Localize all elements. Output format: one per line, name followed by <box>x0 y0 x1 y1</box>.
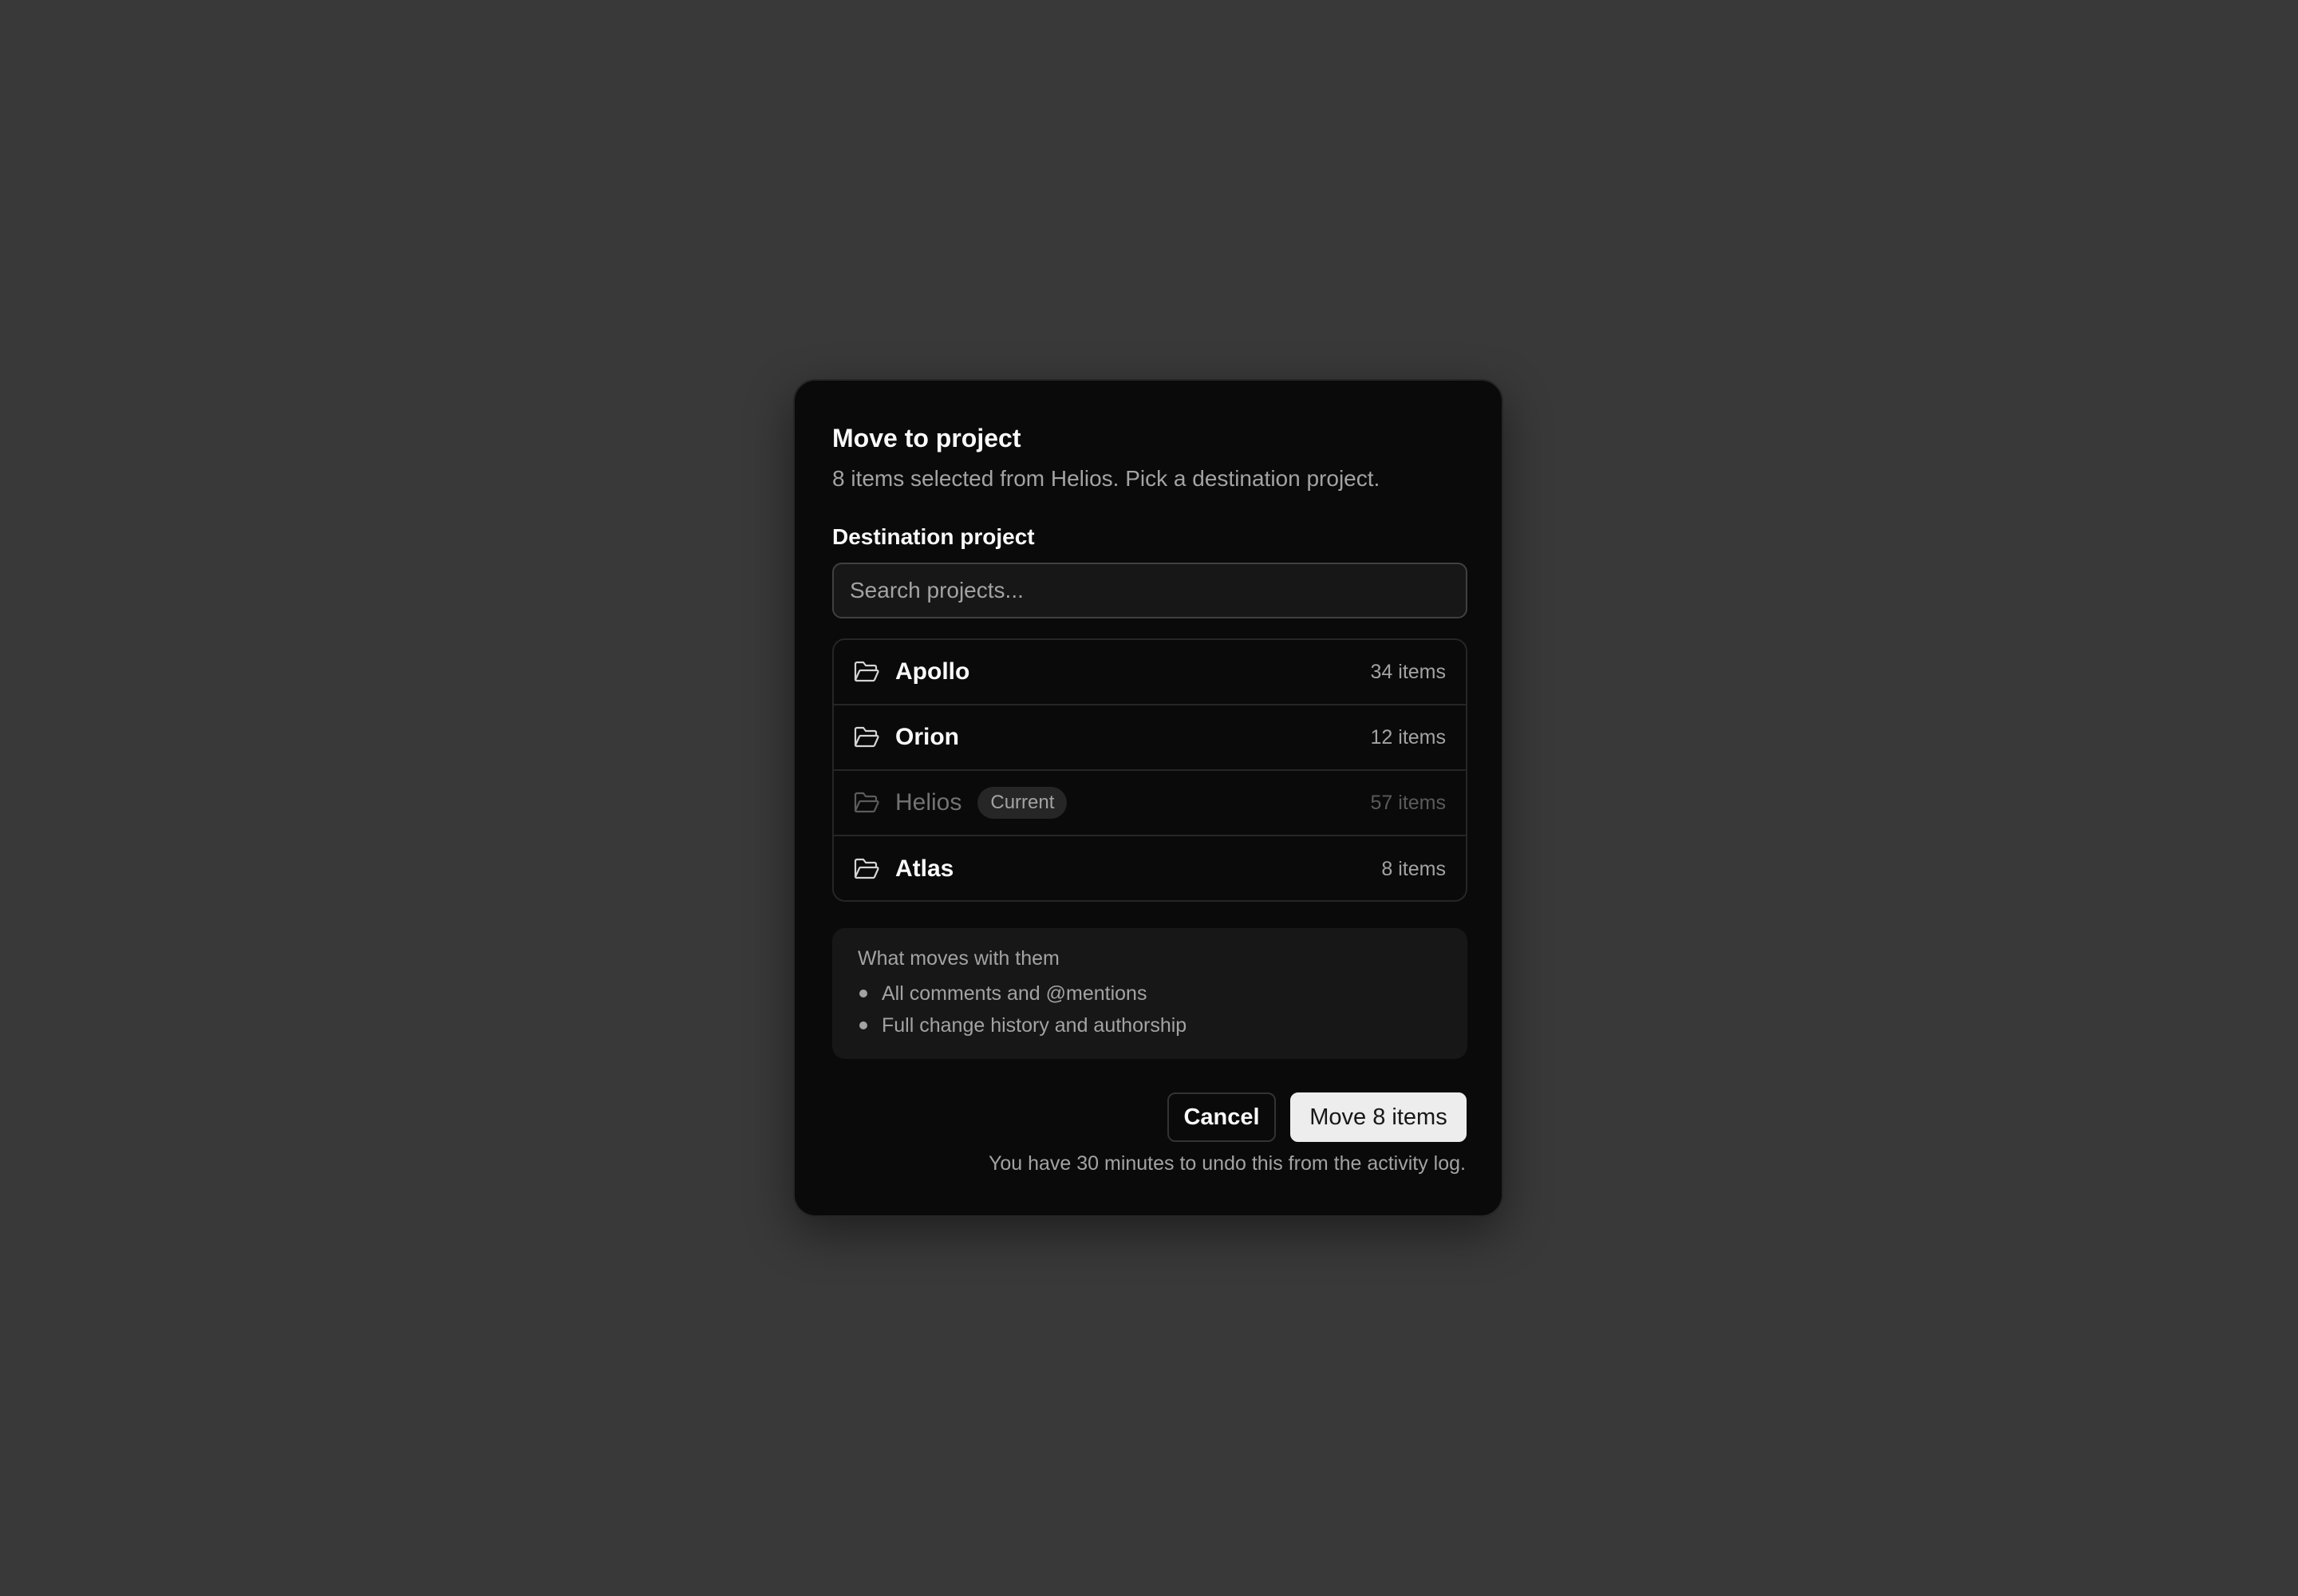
project-name: Apollo <box>895 658 970 685</box>
search-projects-input[interactable] <box>832 563 1467 618</box>
folder-open-icon <box>854 856 879 882</box>
project-name: Helios <box>895 789 962 816</box>
move-items-button[interactable]: Move 8 items <box>1290 1092 1467 1142</box>
cancel-button[interactable]: Cancel <box>1167 1092 1276 1142</box>
move-to-project-dialog: Move to project 8 items selected from He… <box>793 379 1503 1217</box>
project-item-count: 57 items <box>1370 791 1446 814</box>
project-row-helios: Helios Current 57 items <box>834 771 1466 836</box>
project-name: Atlas <box>895 855 954 882</box>
project-row-orion[interactable]: Orion 12 items <box>834 705 1466 771</box>
dialog-title: Move to project <box>832 424 1021 452</box>
project-name: Orion <box>895 724 959 750</box>
project-row-apollo[interactable]: Apollo 34 items <box>834 640 1466 705</box>
dialog-subtitle: 8 items selected from Helios. Pick a des… <box>832 466 1380 491</box>
project-item-count: 8 items <box>1381 857 1446 880</box>
undo-footnote: You have 30 minutes to undo this from th… <box>988 1152 1466 1175</box>
info-item-text: All comments and @mentions <box>882 982 1147 1005</box>
info-item-text: Full change history and authorship <box>882 1014 1187 1037</box>
folder-open-icon <box>854 659 879 685</box>
info-heading: What moves with them <box>858 947 1060 970</box>
project-item-count: 12 items <box>1370 725 1446 749</box>
current-project-badge: Current <box>977 787 1068 819</box>
info-list-item: Full change history and authorship <box>858 1009 1442 1041</box>
move-info-panel: What moves with them All comments and @m… <box>832 928 1467 1059</box>
project-list: Apollo 34 items Orion 12 items Helios Cu <box>832 638 1467 902</box>
project-row-atlas[interactable]: Atlas 8 items <box>834 836 1466 900</box>
project-item-count: 34 items <box>1370 660 1446 683</box>
folder-open-icon <box>854 790 879 816</box>
bullet-icon <box>859 1021 867 1029</box>
folder-open-icon <box>854 725 879 750</box>
info-list-item: All comments and @mentions <box>858 978 1442 1009</box>
bullet-icon <box>859 990 867 998</box>
destination-project-label: Destination project <box>832 524 1035 549</box>
